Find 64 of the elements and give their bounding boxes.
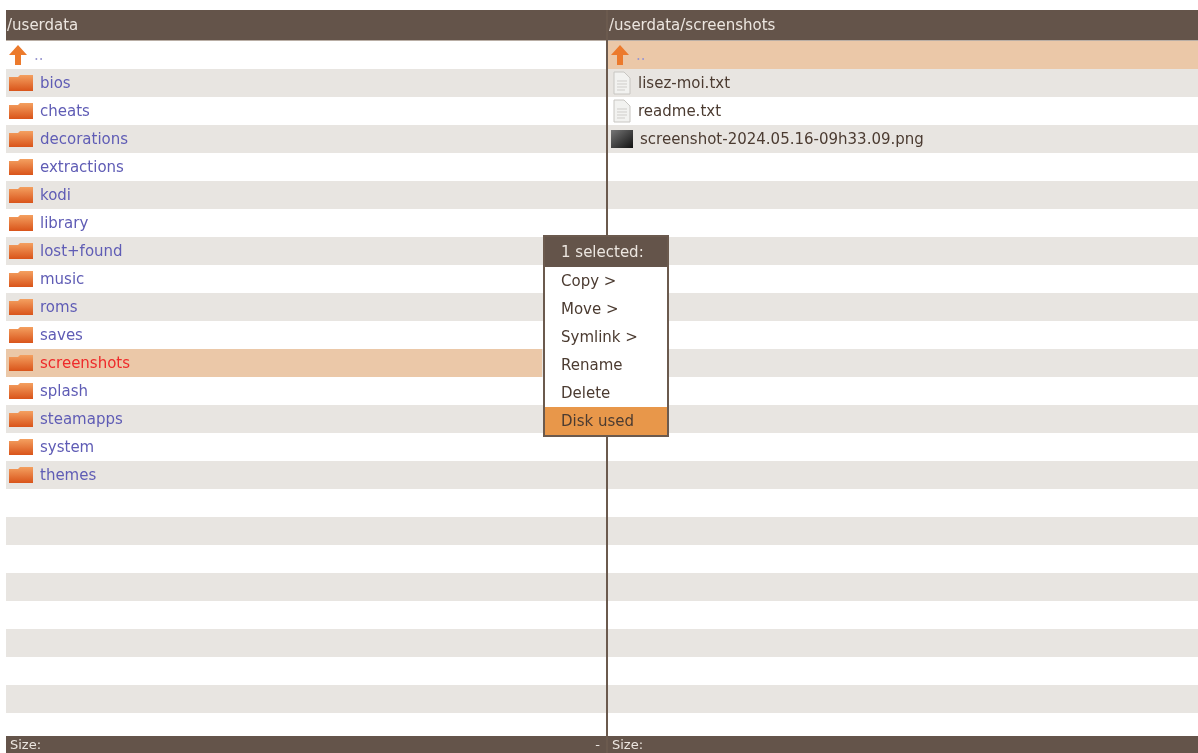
file-row[interactable]: extractions <box>6 153 542 181</box>
file-row[interactable]: roms <box>6 293 542 321</box>
file-row[interactable]: cheats <box>6 97 542 125</box>
document-icon <box>610 71 632 95</box>
file-name: decorations <box>40 130 129 148</box>
folder-icon <box>8 186 34 204</box>
folder-icon <box>8 326 34 344</box>
menu-title: 1 selected: <box>545 237 667 267</box>
file-name: lost+found <box>40 242 123 260</box>
document-icon <box>610 99 632 123</box>
folder-icon <box>8 130 34 148</box>
folder-icon <box>8 298 34 316</box>
file-row[interactable]: lost+found <box>6 237 542 265</box>
file-name: kodi <box>40 186 72 204</box>
file-name: extractions <box>40 158 124 176</box>
file-name: readme.txt <box>638 102 722 120</box>
menu-item[interactable]: Disk used <box>545 407 667 435</box>
file-name: screenshots <box>40 354 131 372</box>
file-name: .. <box>636 46 646 64</box>
file-name: music <box>40 270 85 288</box>
file-name: screenshot-2024.05.16-09h33.09.png <box>640 130 924 148</box>
file-row[interactable]: system <box>6 433 542 461</box>
file-row[interactable]: readme.txt <box>608 97 1198 125</box>
file-name: lisez-moi.txt <box>638 74 731 92</box>
file-name: splash <box>40 382 89 400</box>
file-name: library <box>40 214 89 232</box>
file-name: bios <box>40 74 71 92</box>
folder-icon <box>8 102 34 120</box>
file-row[interactable]: decorations <box>6 125 542 153</box>
file-name: saves <box>40 326 83 344</box>
file-name: .. <box>34 46 44 64</box>
file-name: roms <box>40 298 78 316</box>
size-label: Size: <box>612 737 644 752</box>
up-arrow-icon <box>610 44 630 66</box>
file-row[interactable]: library <box>6 209 542 237</box>
file-row[interactable]: steamapps <box>6 405 542 433</box>
path-header: /userdata/screenshots <box>608 10 1198 41</box>
file-row[interactable]: bios <box>6 69 542 97</box>
file-name: steamapps <box>40 410 123 428</box>
file-row[interactable]: themes <box>6 461 542 489</box>
size-label: Size: <box>10 737 42 752</box>
folder-icon <box>8 438 34 456</box>
folder-icon <box>8 270 34 288</box>
up-arrow-icon <box>8 44 28 66</box>
folder-icon <box>8 74 34 92</box>
file-name: themes <box>40 466 97 484</box>
file-row[interactable]: lisez-moi.txt <box>608 69 1198 97</box>
folder-icon <box>8 466 34 484</box>
folder-icon <box>8 410 34 428</box>
folder-icon <box>8 354 34 372</box>
folder-icon <box>8 382 34 400</box>
file-row[interactable]: saves <box>6 321 542 349</box>
file-row[interactable]: splash <box>6 377 542 405</box>
path-header: /userdata <box>6 10 606 41</box>
image-file-icon <box>610 129 634 149</box>
folder-icon <box>8 214 34 232</box>
file-row[interactable]: screenshot-2024.05.16-09h33.09.png <box>608 125 1198 153</box>
file-row[interactable]: kodi <box>6 181 542 209</box>
file-name: system <box>40 438 95 456</box>
folder-icon <box>8 158 34 176</box>
file-name: cheats <box>40 102 90 120</box>
file-row[interactable]: music <box>6 265 542 293</box>
folder-icon <box>8 242 34 260</box>
size-value: - <box>595 737 600 752</box>
